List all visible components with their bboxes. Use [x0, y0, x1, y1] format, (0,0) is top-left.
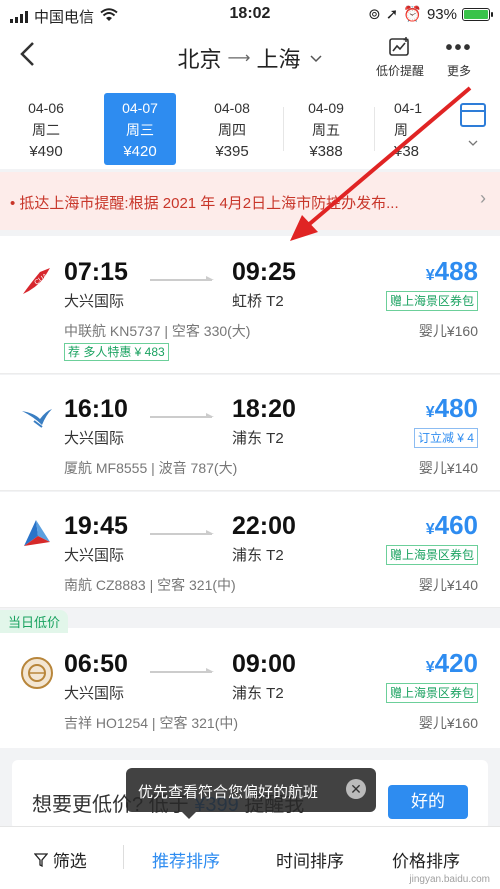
infant-price: 婴儿¥160 — [418, 715, 478, 731]
flight-duration-line — [150, 530, 216, 536]
calendar-button[interactable] — [458, 103, 488, 151]
infant-price: 婴儿¥140 — [418, 460, 478, 476]
infant-price: 婴儿¥140 — [418, 577, 478, 593]
flight-price: ¥460 — [425, 510, 478, 540]
route-arrow-icon: ⟶ — [227, 50, 251, 67]
arrival-airport: 浦东 T2 — [232, 547, 284, 564]
arrival-alert-banner[interactable]: • 抵达上海市提醒:根据 2021 年 4月2日上海市防控办发布... › — [0, 172, 500, 230]
filter-button[interactable]: 筛选 — [33, 847, 87, 872]
battery-percent: 93% — [426, 5, 457, 23]
date-item-active[interactable]: 04-07 周三 ¥420 — [104, 93, 176, 165]
flight-card[interactable]: 16:10 18:20 大兴国际 浦东 T2 ¥480 订立减 ¥ 4 厦航 M… — [0, 375, 500, 491]
watermark: jingyan.baidu.com — [409, 874, 490, 885]
departure-airport: 大兴国际 — [64, 293, 125, 310]
location-icon: ➚ — [385, 6, 399, 23]
calendar-icon — [460, 103, 486, 127]
infant-price: 婴儿¥160 — [418, 323, 478, 339]
flight-duration-line — [150, 276, 216, 282]
date-item[interactable]: 04-1 周 ¥38 — [378, 93, 430, 165]
promo-badge: 订立减 ¥ 4 — [413, 428, 478, 448]
arrival-airport: 虹桥 T2 — [232, 293, 284, 310]
flight-info: 厦航 MF8555 | 波音 787(大) — [64, 460, 238, 476]
departure-time: 07:15 — [64, 258, 128, 286]
bottom-sort-bar: 筛选 推荐排序 时间排序 价格排序 jingyan.baidu.com — [0, 826, 500, 889]
filter-icon — [33, 852, 53, 871]
filter-label: 筛选 — [52, 852, 87, 871]
flight-card[interactable]: 当日低价 06:50 09:00 大兴国际 浦东 T2 ¥420 赠上海景区券包… — [0, 610, 500, 748]
juneyao-airlines-logo-icon — [20, 656, 54, 690]
price-alert-label: 低价提醒 — [375, 64, 424, 78]
route-to: 上海 — [256, 47, 301, 72]
arrival-airport: 浦东 T2 — [232, 685, 284, 702]
chevron-right-icon: › — [480, 188, 486, 208]
recommend-tag: 荐 多人特惠 ¥ 483 — [64, 343, 169, 361]
departure-airport: 大兴国际 — [64, 547, 125, 564]
flight-card[interactable]: CUA 07:15 09:25 大兴国际 虹桥 T2 ¥488 赠上海景区券包 … — [0, 236, 500, 374]
more-button[interactable]: ••• 更多 — [436, 36, 482, 79]
arrival-airport: 浦东 T2 — [232, 430, 284, 447]
sort-time-tab[interactable]: 时间排序 — [276, 847, 344, 872]
china-united-airlines-logo-icon: CUA — [20, 264, 54, 298]
xiamen-airlines-logo-icon — [20, 399, 54, 433]
route-from: 北京 — [177, 47, 222, 72]
promo-badge: 赠上海景区券包 — [385, 291, 478, 311]
flight-info: 中联航 KN5737 | 空客 330(大) — [64, 323, 251, 339]
date-item[interactable]: 04-06 周二 ¥490 — [10, 93, 82, 165]
flight-duration-line — [150, 413, 216, 419]
battery-icon — [462, 7, 493, 21]
departure-airport: 大兴国际 — [64, 685, 125, 702]
departure-time: 16:10 — [64, 395, 128, 423]
flight-card[interactable]: 19:45 22:00 大兴国际 浦东 T2 ¥460 赠上海景区券包 南航 C… — [0, 492, 500, 608]
preference-tooltip: 优先查看符合您偏好的航班 ✕ — [126, 768, 376, 819]
chevron-down-icon — [458, 133, 488, 151]
alert-text: • 抵达上海市提醒:根据 2021 年 4月2日上海市防控办发布... — [10, 195, 399, 212]
flight-price: ¥480 — [425, 393, 478, 423]
date-item[interactable]: 04-08 周四 ¥395 — [196, 93, 268, 165]
departure-time: 06:50 — [64, 650, 128, 678]
price-alert-button[interactable]: 低价提醒 — [370, 36, 430, 79]
rotation-lock-icon: ⊚ — [368, 6, 381, 23]
alarm-icon: ⏰ — [403, 6, 422, 23]
flight-price: ¥420 — [425, 648, 478, 678]
tooltip-text: 优先查看符合您偏好的航班 — [138, 784, 319, 801]
close-icon[interactable]: ✕ — [346, 779, 366, 799]
departure-time: 19:45 — [64, 512, 128, 540]
lowest-price-tag: 当日低价 — [0, 610, 69, 633]
more-label: 更多 — [446, 64, 471, 78]
ok-button[interactable]: 好的 — [388, 785, 468, 819]
date-item[interactable]: 04-09 周五 ¥388 — [290, 93, 362, 165]
arrival-time: 09:00 — [232, 650, 296, 678]
chevron-down-icon — [310, 50, 323, 66]
china-southern-logo-icon — [20, 516, 54, 550]
nav-bar: 北京 ⟶ 上海 低价提醒 ••• 更多 — [0, 30, 500, 85]
more-dots-icon: ••• — [445, 37, 473, 59]
flight-info: 吉祥 HO1254 | 空客 321(中) — [64, 715, 239, 731]
status-bar: 中国电信 18:02 ⊚ ➚ ⏰ 93% — [0, 0, 500, 30]
sort-recommend-tab[interactable]: 推荐排序 — [152, 847, 220, 872]
flight-duration-line — [150, 668, 216, 674]
sort-price-tab[interactable]: 价格排序 — [392, 847, 460, 872]
flight-price: ¥488 — [425, 256, 478, 286]
arrival-time: 22:00 — [232, 512, 296, 540]
promo-badge: 赠上海景区券包 — [385, 545, 478, 565]
date-selector: 04-06 周二 ¥490 04-07 周三 ¥420 04-08 周四 ¥39… — [0, 85, 500, 169]
flight-info: 南航 CZ8883 | 空客 321(中) — [64, 577, 236, 593]
arrival-time: 18:20 — [232, 395, 296, 423]
price-chart-icon — [370, 36, 430, 62]
svg-text:CUA: CUA — [33, 272, 49, 286]
arrival-time: 09:25 — [232, 258, 296, 286]
departure-airport: 大兴国际 — [64, 430, 125, 447]
promo-badge: 赠上海景区券包 — [385, 683, 478, 703]
